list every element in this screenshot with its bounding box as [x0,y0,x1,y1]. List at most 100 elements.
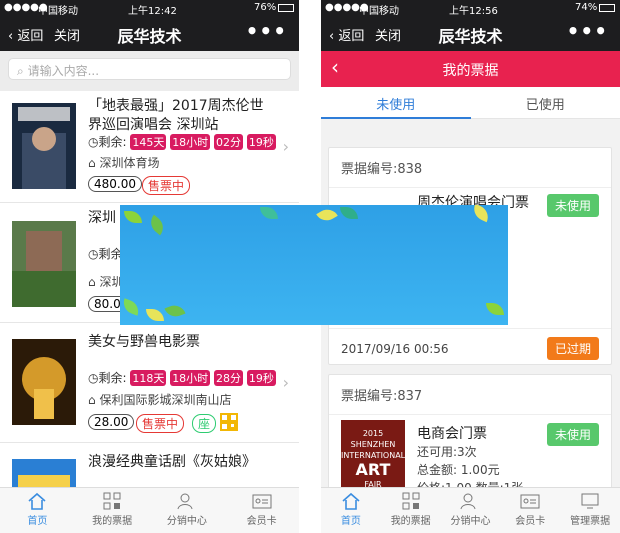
countdown-hours: 18小时 [170,370,211,386]
leaf-decoration [124,211,142,223]
ticket-card[interactable]: 票据编号:837 2015 SHENZHEN INTERNATIONAL ART… [328,374,612,498]
status-bar: ●●●●● 中国移动 上午12:42 76% [0,0,299,17]
ticket-name: 电商会门票 [417,426,487,442]
tab-distribution[interactable]: 分销中心 [441,488,501,533]
countdown: ◷剩余: 145天 18小时 02分 19秒 [88,133,276,150]
bottom-tab-bar: 首页 我的票据 分销中心 会员卡 管理票据 [321,487,620,533]
home-icon: ⌂ [88,393,96,407]
countdown-hours: 18小时 [170,134,211,150]
tab-my-tickets[interactable]: 我的票据 [75,488,150,533]
poster-image [12,221,76,307]
venue: ⌂ 保利国际影城深圳南山店 [88,391,231,408]
time-label: 上午12:42 [128,6,177,17]
tab-member-card[interactable]: 会员卡 [500,488,560,533]
search-bar: ⌕ 请输入内容... [0,51,299,91]
product-item[interactable]: 「地表最强」2017周杰伦世界巡回演唱会 深圳站 ◷剩余: 145天 18小时 … [0,91,299,203]
more-menu-icon[interactable]: ••• [246,19,287,43]
tab-member-card[interactable]: 会员卡 [224,488,299,533]
tab-label: 分销中心 [166,516,207,527]
search-input[interactable]: ⌕ 请输入内容... [8,58,291,80]
tab-manage-tickets[interactable]: 管理票据 [560,488,620,533]
countdown-minutes: 28分 [214,370,244,386]
status-bar: ●●●●● 中国移动 上午12:56 74% [321,0,620,17]
poster-image: 2015 SHENZHEN INTERNATIONAL ART FAIR [341,420,405,496]
chevron-right-icon[interactable]: › [283,373,289,392]
ticket-tabs: 未使用 已使用 [321,87,620,119]
leaf-decoration [340,207,358,219]
battery-label: 74% [575,2,598,13]
venue-label: 保利国际影城深圳南山店 [99,393,232,407]
chevron-left-icon[interactable]: ‹ [331,55,339,79]
clock-icon: ◷ [88,247,99,261]
countdown-seconds: 19秒 [246,134,276,150]
divider [329,328,611,329]
qr-code-icon[interactable] [220,413,238,431]
leaf-decoration [120,298,142,316]
home-tab-icon [28,492,46,510]
tab-my-tickets[interactable]: 我的票据 [381,488,441,533]
qr-tab-icon [402,492,420,510]
expired-badge: 已过期 [546,337,599,360]
venue-label: 深圳体育场 [99,156,160,170]
tab-used[interactable]: 已使用 [471,87,620,118]
poster-text: ART [355,460,391,479]
tab-distribution[interactable]: 分销中心 [150,488,225,533]
chevron-right-icon[interactable]: › [283,137,289,156]
home-icon: ⌂ [88,275,96,289]
battery-icon [599,4,615,12]
tab-label: 管理票据 [570,516,611,527]
countdown-minutes: 02分 [214,134,244,150]
tab-label: 会员卡 [515,516,546,527]
section-header: ‹ 我的票据 [321,51,620,87]
venue: ⌂ 深圳 [88,273,123,290]
overlay-banner [120,205,508,325]
tab-unused[interactable]: 未使用 [321,87,471,119]
people-tab-icon [460,493,476,510]
countdown-seconds: 19秒 [246,370,276,386]
ticket-number: 票据编号:837 [329,375,611,415]
home-icon: ⌂ [88,156,96,170]
poster-image [12,339,76,425]
remain-label: 剩余: [98,135,127,149]
venue: ⌂ 深圳体育场 [88,154,159,171]
product-item[interactable]: 浪漫经典童话剧《灰姑娘》 ◷剩余 [0,443,299,503]
ticket-date: 2017/09/16 00:56 [341,342,449,356]
ticket-line: 总金额: 1.00元 [417,463,500,477]
tab-home[interactable]: 首页 [0,488,75,533]
product-name: 美女与野兽电影票 [88,334,200,350]
search-placeholder: 请输入内容... [27,64,100,78]
price-tag: 480.00 [88,176,142,192]
leaf-decoration [486,303,504,315]
tab-label: 我的票据 [390,516,431,527]
section-title: 我的票据 [442,63,499,79]
leaf-decoration [470,205,492,223]
countdown-days: 118天 [130,370,167,386]
tab-label: 分销中心 [450,516,491,527]
remain-label: 剩余 [98,247,123,261]
status-badge: 未使用 [546,423,599,446]
price-tag: 28.00 [88,414,135,430]
countdown: ◷剩余 [88,245,123,262]
product-item[interactable]: 美女与野兽电影票 ◷剩余: 118天 18小时 28分 19秒 ⌂ 保利国际影城… [0,323,299,443]
card-tab-icon [520,494,540,509]
tab-label: 我的票据 [92,516,133,527]
poster-text: 2015 [362,429,384,438]
tab-home[interactable]: 首页 [321,488,381,533]
bottom-tab-bar: 首页 我的票据 分销中心 会员卡 [0,487,299,533]
home-tab-icon [342,492,360,510]
search-icon: ⌕ [17,64,24,78]
qr-tab-icon [103,492,121,510]
tab-label: 会员卡 [246,516,277,527]
title-bar: ‹ 返回 关闭 辰华技术 ••• [0,17,299,51]
carrier-label: 中国移动 [359,6,399,17]
clock-icon: ◷ [88,371,99,385]
monitor-tab-icon [581,493,599,509]
product-name: 「地表最强」2017周杰伦世界巡回演唱会 深圳站 [88,98,264,133]
poster-text: SHENZHEN [350,440,396,449]
product-name: 浪漫经典童话剧《灰姑娘》 [88,454,256,470]
card-tab-icon [252,494,272,509]
status-badge: 未使用 [546,194,599,217]
on-sale-badge: 售票中 [142,176,191,195]
battery-icon [278,4,294,12]
more-menu-icon[interactable]: ••• [567,19,608,43]
